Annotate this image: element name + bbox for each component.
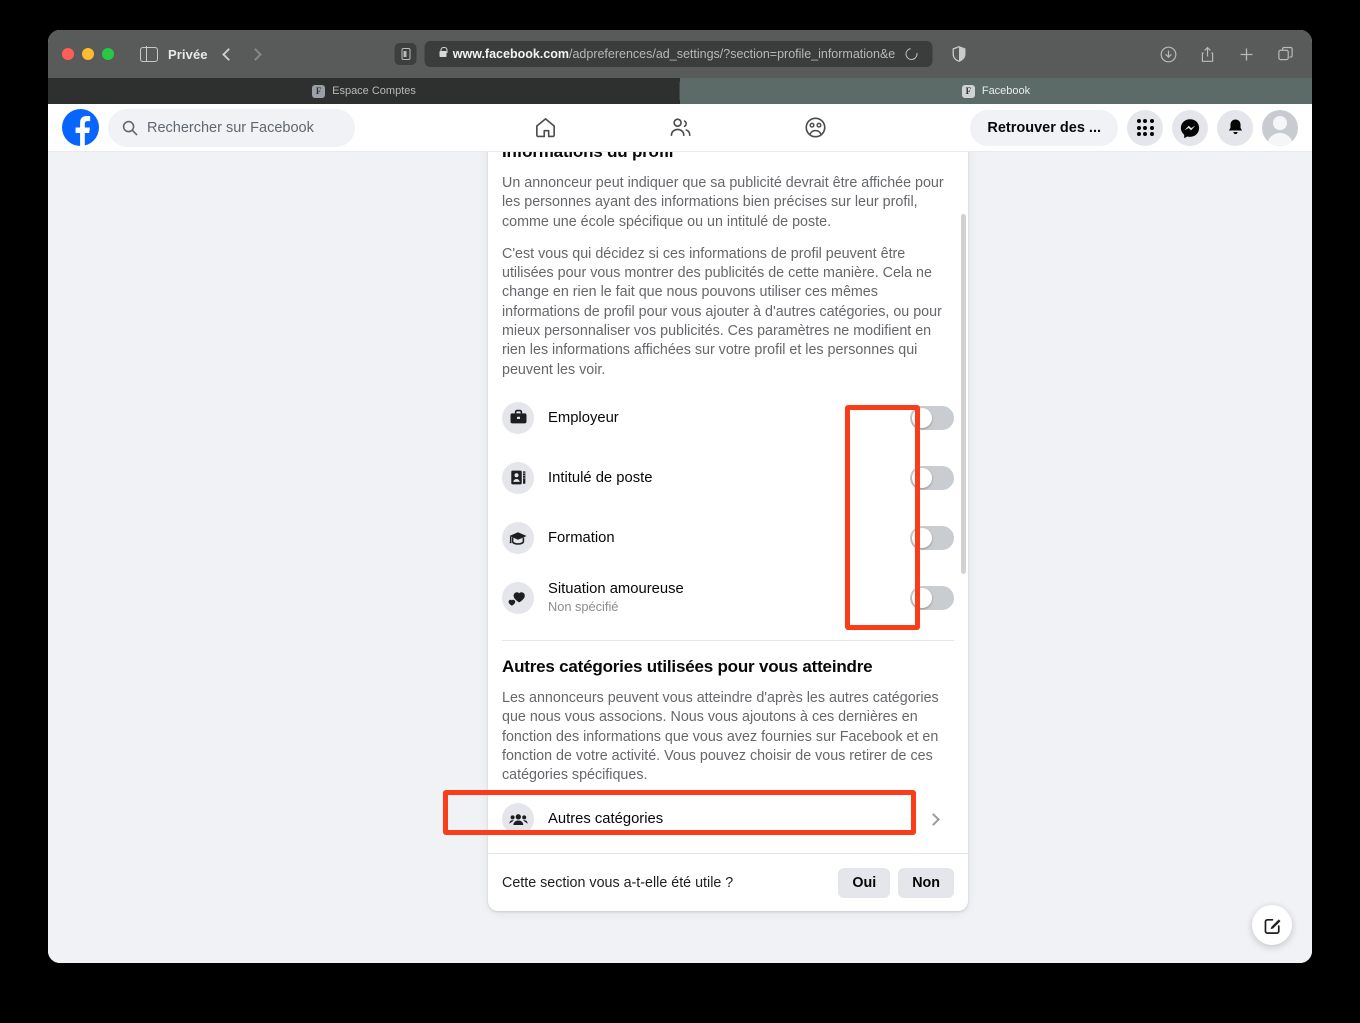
other-categories-label: Autres catégories <box>548 811 664 828</box>
sidebar-tab-icon[interactable] <box>394 43 417 65</box>
browser-tab-facebook[interactable]: F Facebook <box>680 78 1312 104</box>
hearts-icon <box>502 581 534 614</box>
address-bar-area: www.facebook.com/adpreferences/ad_settin… <box>394 41 966 67</box>
toolbar-right-icons <box>1160 46 1298 63</box>
share-icon[interactable] <box>1199 46 1216 63</box>
home-icon <box>535 118 555 138</box>
facebook-main-nav <box>532 115 828 141</box>
grid-dots <box>1136 119 1154 136</box>
feedback-yes-button[interactable]: Oui <box>838 867 891 898</box>
row-text-group: Intitulé de poste <box>548 469 896 487</box>
setting-label: Employeur <box>548 409 619 426</box>
messenger-icon[interactable] <box>1172 109 1208 146</box>
safari-private-window: Privée www.facebook.com/adpreferences/ad… <box>48 30 1312 963</box>
private-mode-label: Privée <box>168 46 208 62</box>
setting-label: Formation <box>548 529 615 546</box>
toggle-formation[interactable] <box>910 525 954 550</box>
profile-paragraph-1: Un annonceur peut indiquer que sa public… <box>502 175 944 230</box>
address-bar[interactable]: www.facebook.com/adpreferences/ad_settin… <box>424 41 933 67</box>
setting-row-situation-amoureuse[interactable]: Situation amoureuse Non spécifié <box>502 568 954 628</box>
reload-icon[interactable] <box>902 45 920 63</box>
facebook-logo-icon[interactable] <box>62 109 99 146</box>
search-input[interactable]: Rechercher sur Facebook <box>108 108 355 147</box>
nav-friends-tab[interactable] <box>667 115 693 141</box>
profile-information-card: Informations du profil Un annonceur peut… <box>488 104 968 912</box>
minimize-window-button[interactable] <box>82 48 94 60</box>
nav-home-tab[interactable] <box>532 115 558 141</box>
other-categories-nav-row[interactable]: Autres catégories <box>502 795 954 843</box>
sidebar-toggle-icon[interactable] <box>140 45 158 63</box>
setting-row-formation[interactable]: Formation <box>502 508 954 568</box>
account-avatar[interactable] <box>1262 109 1298 146</box>
search-placeholder-text: Rechercher sur Facebook <box>147 119 314 136</box>
search-icon <box>122 120 138 135</box>
row-text-group: Employeur <box>548 409 896 427</box>
facebook-page: Rechercher sur Facebook Retrouver des ..… <box>48 104 1312 963</box>
browser-toolbar: Privée www.facebook.com/adpreferences/ad… <box>48 30 1312 78</box>
chevron-right-icon[interactable] <box>248 47 262 61</box>
browser-tab-espace-comptes[interactable]: F Espace Comptes <box>48 78 680 104</box>
compose-button[interactable] <box>1252 905 1292 945</box>
friends-icon <box>670 118 690 137</box>
nav-groups-tab[interactable] <box>802 115 828 141</box>
new-tab-icon[interactable] <box>1238 46 1255 63</box>
navigation-arrows <box>221 47 262 61</box>
close-window-button[interactable] <box>62 48 74 60</box>
other-categories-title: Autres catégories utilisées pour vous at… <box>502 656 873 676</box>
profile-toggle-rows: Employeur Intitulé de poste Formation Si… <box>488 380 968 634</box>
briefcase-icon <box>502 401 534 434</box>
toggle-situation-amoureuse[interactable] <box>910 585 954 610</box>
toggle-knob <box>912 527 932 548</box>
chevron-right-icon <box>927 813 940 826</box>
find-friends-button[interactable]: Retrouver des ... <box>970 109 1118 146</box>
tab-overview-icon[interactable] <box>1277 46 1294 63</box>
window-controls <box>62 48 114 60</box>
toggle-intitule-de-poste[interactable] <box>910 465 954 490</box>
profile-paragraph-2: C'est vous qui décidez si ces informatio… <box>502 245 942 378</box>
url-path: /adpreferences/ad_settings/?section=prof… <box>568 47 896 61</box>
privacy-shield-icon[interactable] <box>952 46 966 62</box>
facebook-top-bar: Rechercher sur Facebook Retrouver des ..… <box>48 104 1312 152</box>
tab-favicon: F <box>312 84 326 98</box>
feedback-question: Cette section vous a-t-elle été utile ? <box>502 874 734 891</box>
tab-favicon: F <box>961 84 975 98</box>
setting-label: Situation amoureuse <box>548 580 684 597</box>
maximize-window-button[interactable] <box>102 48 114 60</box>
compose-pencil-icon <box>1264 918 1280 934</box>
tab-title: Espace Comptes <box>332 85 416 97</box>
bell-icon[interactable] <box>1217 109 1253 146</box>
job-badge-icon <box>502 461 534 494</box>
other-categories-section: Autres catégories utilisées pour vous at… <box>488 641 968 785</box>
grid-menu-icon[interactable] <box>1127 109 1163 146</box>
lock-icon <box>439 47 448 57</box>
toggle-knob <box>912 587 932 608</box>
profile-information-section: Informations du profil Un annonceur peut… <box>488 126 968 380</box>
setting-label: Intitulé de poste <box>548 469 653 486</box>
url-domain: www.facebook.com <box>452 47 569 61</box>
desktop-background: Privée www.facebook.com/adpreferences/ad… <box>0 0 1360 1023</box>
graduation-cap-icon <box>502 521 534 554</box>
url-text: www.facebook.com/adpreferences/ad_settin… <box>453 47 895 61</box>
toggle-employeur[interactable] <box>910 405 954 430</box>
card-scrollbar[interactable] <box>961 214 966 574</box>
other-categories-paragraph: Les annonceurs peuvent vous atteindre d'… <box>502 689 939 784</box>
row-text-group: Situation amoureuse Non spécifié <box>548 580 896 616</box>
tab-strip: F Espace Comptes F Facebook <box>48 78 1312 104</box>
downloads-icon[interactable] <box>1160 46 1177 63</box>
toggle-knob <box>912 407 932 428</box>
feedback-no-button[interactable]: Non <box>898 867 954 898</box>
tab-title: Facebook <box>981 85 1031 97</box>
feedback-section: Cette section vous a-t-elle été utile ? … <box>488 853 968 911</box>
row-text-group: Formation <box>548 529 896 547</box>
setting-row-intitule-de-poste[interactable]: Intitulé de poste <box>502 448 954 508</box>
setting-sublabel: Non spécifié <box>548 599 619 615</box>
facebook-account-area: Retrouver des ... <box>970 109 1298 146</box>
toggle-knob <box>912 467 932 488</box>
chevron-left-icon[interactable] <box>221 47 235 61</box>
groups-icon <box>804 117 826 138</box>
people-group-icon <box>502 803 534 836</box>
setting-row-employeur[interactable]: Employeur <box>502 388 954 448</box>
